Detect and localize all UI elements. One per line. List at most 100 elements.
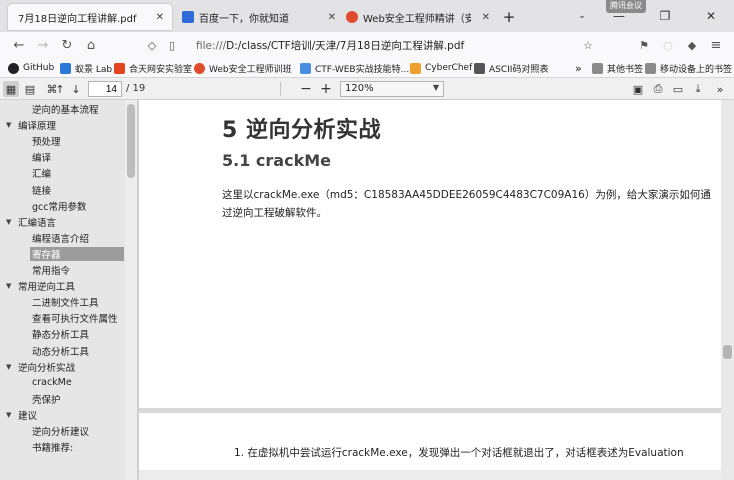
open-file-icon[interactable]: ▭ [670,81,686,97]
ctf-icon [300,62,311,74]
bookmarks-bar: GitHub 蚁景 Lab 合天网安实验室 Web安全工程师训班 CTF-WEB… [0,58,734,78]
bookmark-label: Web安全工程师训班 [209,64,292,75]
horizontal-scrollbar[interactable] [139,470,721,480]
tab-baidu[interactable]: 百度一下，你就知道 ✕ [182,4,342,30]
close-icon[interactable]: ✕ [328,12,336,23]
outline-item[interactable]: 静态分析工具 [32,327,89,341]
outline-item[interactable]: 逆向的基本流程 [32,102,99,116]
viewer-scrollbar-thumb[interactable] [723,345,732,359]
outline-item[interactable]: 动态分析工具 [32,344,89,358]
twisty-chevron-icon[interactable]: ▼ [6,363,11,371]
tab-bar: 7月18日逆向工程讲解.pdf ✕ 百度一下，你就知道 ✕ Web安全工程师精讲… [0,0,734,32]
outline-item[interactable]: ▼ 逆向分析实战 [6,360,75,374]
close-window-icon[interactable]: ✕ [688,0,734,32]
bookmark-cyberchef[interactable]: CyberChef [410,61,472,75]
bookmark-label: GitHub [23,63,55,73]
tab-web-security[interactable]: Web安全工程师精讲（安全 ✕ [346,4,494,30]
outline-item-label: 建议 [18,410,38,422]
viewer-scrollbar[interactable] [721,100,734,480]
tab-list-chevron-icon[interactable]: ⌄ [568,0,596,32]
outline-item[interactable]: crackMe [32,376,72,390]
sync-icon[interactable]: ◌ [660,37,676,53]
tools-menu-icon[interactable]: » [712,81,728,97]
outline-item[interactable]: 编译 [32,150,51,164]
outline-item[interactable]: 预处理 [32,134,61,148]
back-arrow-icon[interactable]: ← [10,36,28,54]
tab-title: 7月18日逆向工程讲解.pdf [18,13,137,25]
reload-icon[interactable]: ↻ [58,36,76,54]
outline-item[interactable]: gcc常用参数 [32,199,86,213]
close-icon[interactable]: ✕ [156,12,164,23]
close-icon[interactable]: ✕ [482,12,490,23]
twisty-chevron-icon[interactable]: ▼ [6,121,11,129]
bookmark-github[interactable]: GitHub [8,61,54,75]
bookmark-hetian[interactable]: 合天网安实验室 [114,61,192,75]
next-page-icon[interactable]: ↓ [68,81,84,97]
bookmark-label: 蚁景 Lab [75,64,113,75]
outline-item[interactable]: 汇编 [32,166,51,180]
bookmarks-overflow-button[interactable]: » [575,61,582,75]
sidebar-scrollbar-thumb[interactable] [127,104,135,178]
shield-icon[interactable]: ◇ [144,37,160,53]
addon-icon[interactable]: ◆ [684,37,700,53]
toolbar-divider [280,82,281,96]
bookmark-ctf-web[interactable]: CTF-WEB实战技能特... [300,61,409,75]
menu-icon[interactable]: ≡ [708,37,724,53]
outline-item[interactable]: ▼ 汇编语言 [6,215,56,229]
bookmark-star-icon[interactable]: ☆ [580,37,596,53]
outline-item-label: 链接 [32,185,52,197]
print-icon[interactable]: ⎙ [650,81,666,97]
zoom-select[interactable]: 120% ▼ [340,81,444,97]
github-icon [8,62,19,74]
outline-item[interactable]: 书籍推荐: [32,440,73,454]
other-bookmarks-folder[interactable]: 其他书签 [592,61,643,75]
page-number-input[interactable] [88,81,122,97]
outline-item-label: 常用逆向工具 [18,282,76,294]
zoom-out-icon[interactable]: − [298,81,314,97]
twisty-chevron-icon[interactable]: ▼ [6,282,11,290]
outline-item[interactable]: 二进制文件工具 [32,295,99,309]
minimize-icon[interactable]: — [596,0,642,32]
plus-icon: + [502,8,516,26]
twisty-chevron-icon[interactable]: ▼ [6,411,11,419]
outline-item[interactable]: 链接 [32,183,51,197]
download-icon[interactable]: ⤓ [690,81,706,97]
outline-item-label: 汇编 [32,169,52,181]
sidebar-toggle-icon[interactable]: ▦ [3,81,19,97]
outline-sidebar: 逆向的基本流程 ▼ 编译原理 预处理编译汇编链接 gcc常用参数 ▼ 汇编语言编程语言介绍寄… [0,100,137,480]
twisty-chevron-icon[interactable]: ▼ [6,218,11,226]
presentation-icon[interactable]: ▣ [630,81,646,97]
extension-icon[interactable]: ⚑ [636,37,652,53]
outline-item[interactable]: ▼ 常用逆向工具 [6,279,76,294]
outline-item-label: 常用指令 [32,266,71,277]
maximize-icon[interactable]: ❐ [642,0,688,32]
outline-item-label: 编译原理 [18,121,57,133]
outline-item[interactable]: 壳保护 [32,392,61,406]
outline-item[interactable]: ▼ 编译原理 [6,118,57,133]
navigation-bar: ← → ↻ ⌂ ◇ ▯ file:///D:/class/CTF培训/天津/7月… [0,32,734,58]
forward-arrow-icon[interactable]: → [34,36,52,54]
page-icon[interactable]: ▯ [164,37,180,53]
outline-item[interactable]: 寄存器 [30,246,124,261]
new-tab-button[interactable]: + [500,4,518,30]
zoom-in-icon[interactable]: + [318,81,334,97]
pdf-toolbar: ▦ ▤ ⌘ ↑ ↓ / 19 − + 120% ▼ ▣ ⎙ ▭ ⤓ » [0,78,734,100]
outline-item[interactable]: ▼ 建议 [6,408,38,422]
outline-item[interactable]: 编程语言介绍 [32,231,89,245]
tab-pdf[interactable]: 7月18日逆向工程讲解.pdf ✕ [8,4,172,30]
bookmark-ascii[interactable]: ASCII码对照表 [474,61,548,75]
bookmark-yijing-lab[interactable]: 蚁景 Lab [60,61,112,75]
previous-page-icon[interactable]: ↑ [52,81,68,97]
bookmark-label: 其他书签 [607,64,644,75]
outline-item[interactable]: 逆向分析建议 [32,424,89,438]
thumbnails-icon[interactable]: ▤ [22,81,38,97]
outline-item[interactable]: 查看可执行文件属性 [32,311,118,325]
list-item-text: 1. 在虚拟机中尝试运行crackMe.exe，发现弹出一个对话框就退出了，对话… [234,447,684,459]
url-field[interactable]: file:///D:/class/CTF培训/天津/7月18日逆向工程讲解.pd… [196,38,464,53]
outline-item[interactable]: 常用指令 [32,263,70,277]
outline-item-label: 编译 [32,153,52,165]
home-icon[interactable]: ⌂ [82,36,100,54]
bookmark-web-training[interactable]: Web安全工程师训班 [194,61,292,75]
zoom-value: 120% [345,83,374,94]
mobile-bookmarks-folder[interactable]: 移动设备上的书签 [645,61,732,75]
